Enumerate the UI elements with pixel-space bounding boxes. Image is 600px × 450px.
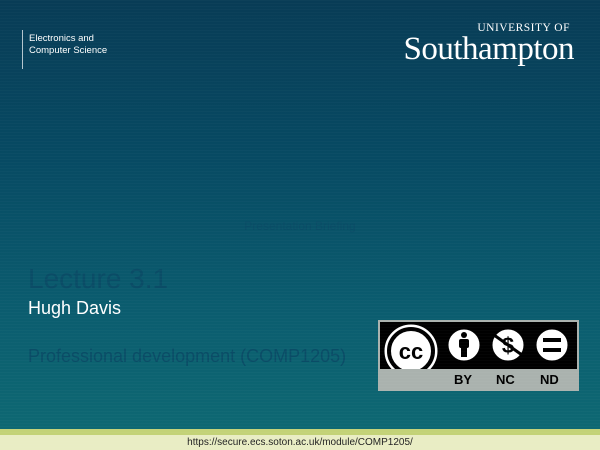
- cc-label-nc: NC: [496, 372, 515, 387]
- department-line-2: Computer Science: [29, 45, 108, 56]
- course-title: Professional development (COMP1205): [28, 346, 347, 366]
- creative-commons-badge: cc $ BY NC ND: [378, 320, 579, 391]
- footer: https://secure.ecs.soton.ac.uk/module/CO…: [0, 435, 600, 450]
- university-logo: UNIVERSITY OF Southampton: [384, 22, 574, 67]
- cc-icons: cc $: [383, 323, 571, 369]
- lecture-title: Lecture 3.1: [28, 263, 169, 294]
- cc-icon-text: cc: [399, 339, 423, 364]
- slide-subtitle: Presentation Briefing: [244, 219, 356, 233]
- no-derivatives-icon: [533, 326, 571, 364]
- university-logo-name: Southampton: [403, 31, 574, 67]
- footer-url[interactable]: https://secure.ecs.soton.ac.uk/module/CO…: [187, 437, 413, 448]
- cc-icon: cc: [383, 323, 439, 369]
- slide: Electronics and Computer Science UNIVERS…: [0, 0, 600, 450]
- cc-label-strip: BY NC ND: [380, 369, 577, 389]
- author-name: Hugh Davis: [28, 298, 122, 318]
- department-label: Electronics and Computer Science: [22, 30, 107, 69]
- cc-label-nd: ND: [540, 372, 559, 387]
- non-commercial-icon: $: [489, 326, 527, 364]
- department-line-1: Electronics and: [29, 33, 94, 44]
- attribution-icon: [445, 326, 483, 364]
- cc-label-by: BY: [454, 372, 473, 387]
